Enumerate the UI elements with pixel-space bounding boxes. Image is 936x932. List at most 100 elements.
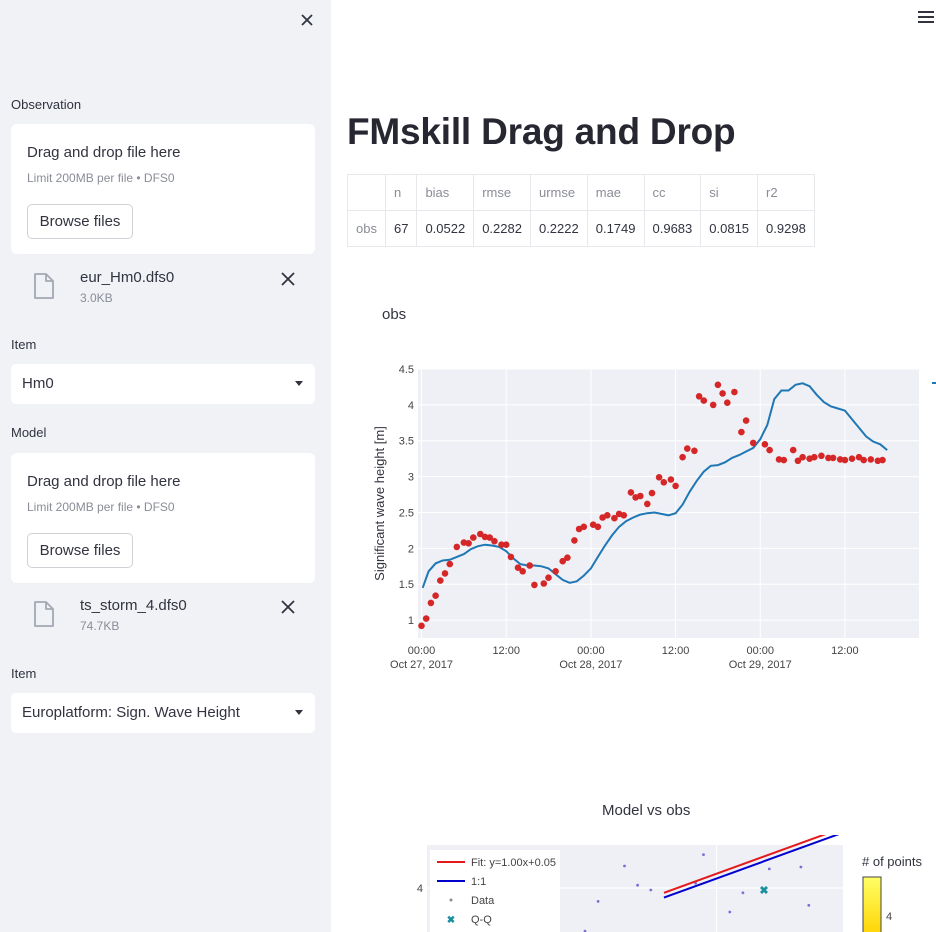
y-tick-label: 2 xyxy=(408,543,414,555)
table-cell: 0.9298 xyxy=(757,210,815,247)
observation-point xyxy=(829,454,837,462)
chevron-down-icon xyxy=(295,710,303,715)
item-label-model: Item xyxy=(11,666,37,681)
observation-dropzone[interactable]: Drag and drop file here Limit 200MB per … xyxy=(11,124,315,254)
data-point xyxy=(636,883,639,887)
browse-files-button[interactable]: Browse files xyxy=(27,533,133,568)
observation-item-select[interactable]: Hm0 xyxy=(11,364,315,404)
row-index-cell: obs xyxy=(347,210,386,247)
observation-point xyxy=(446,560,454,568)
observation-point xyxy=(502,541,510,548)
table-header-cell[interactable]: bias xyxy=(416,174,475,211)
legend-label: 1:1 xyxy=(471,876,486,888)
observation-point xyxy=(860,456,867,464)
table-cell: 0.2222 xyxy=(529,210,588,247)
observation-point xyxy=(427,599,435,607)
item-label-observation: Item xyxy=(11,337,37,352)
x-tick-label: 00:00 xyxy=(746,645,774,657)
y-tick-label: 4 xyxy=(408,400,414,412)
file-name: ts_storm_4.dfs0 xyxy=(80,597,187,614)
observation-point xyxy=(742,417,750,424)
table-cell: 0.0815 xyxy=(700,210,759,247)
y-tick-label: 1 xyxy=(408,615,414,627)
sidebar: Observation Drag and drop file here Limi… xyxy=(0,0,331,932)
table-header-cell[interactable]: si xyxy=(700,174,759,211)
close-sidebar-icon[interactable] xyxy=(296,9,318,31)
observation-point xyxy=(714,381,722,389)
scatter-chart[interactable]: 4 ✖ Fit: y=1.00x+0.05 1:1 Data ✖ Q-Q # of point… xyxy=(360,835,936,932)
data-point xyxy=(728,910,732,914)
stats-table: n bias rmse urmse mae cc si r2 obs 67 0.0522 0.228… xyxy=(347,174,815,247)
observation-point xyxy=(867,456,875,463)
table-header-cell[interactable]: urmse xyxy=(529,174,588,211)
observation-point xyxy=(637,492,644,500)
model-item-select[interactable]: Europlatform: Sign. Wave Height xyxy=(11,693,315,733)
table-cell: 67 xyxy=(384,210,418,247)
legend-swatch: ✖ xyxy=(447,915,455,926)
x-tick-sublabel: Oct 27, 2017 xyxy=(390,659,453,671)
timeseries-chart[interactable]: 00:00 Oct 27, 2017 12:00 00:00 Oct 28, 2017 1… xyxy=(360,355,936,685)
observation-point xyxy=(719,390,726,397)
file-size: 3.0KB xyxy=(80,291,113,305)
observation-point xyxy=(655,474,663,481)
table-header-cell[interactable]: r2 xyxy=(757,174,815,211)
file-icon xyxy=(34,273,54,299)
observation-point xyxy=(552,568,559,575)
observation-point xyxy=(672,482,679,490)
observation-point xyxy=(848,455,856,462)
dropzone-limit: Limit 200MB per file • DFS0 xyxy=(27,171,175,185)
table-header-cell[interactable] xyxy=(347,174,386,211)
table-header-cell[interactable]: rmse xyxy=(473,174,531,211)
file-size: 74.7KB xyxy=(80,619,120,633)
scatter-chart-title: Model vs obs xyxy=(602,802,691,819)
observation-point xyxy=(660,479,668,486)
dropzone-limit: Limit 200MB per file • DFS0 xyxy=(27,500,175,514)
observation-point xyxy=(620,512,628,519)
remove-file-icon[interactable] xyxy=(279,270,297,288)
dropzone-title: Drag and drop file here xyxy=(27,144,181,161)
observation-point xyxy=(679,453,686,461)
observation-point xyxy=(799,453,806,461)
y-tick-label: 3 xyxy=(408,472,414,484)
x-tick-sublabel: Oct 28, 2017 xyxy=(559,659,622,671)
table-header-cell[interactable]: mae xyxy=(586,174,645,211)
browse-files-button[interactable]: Browse files xyxy=(27,204,133,239)
data-point xyxy=(807,903,811,907)
stats-header-row: n bias rmse urmse mae cc si r2 xyxy=(347,174,815,211)
legend-label: Fit: y=1.00x+0.05 xyxy=(471,857,556,869)
x-tick-sublabel: Oct 29, 2017 xyxy=(729,659,792,671)
observation-point xyxy=(667,476,675,483)
model-dropzone[interactable]: Drag and drop file here Limit 200MB per … xyxy=(11,453,315,583)
data-point xyxy=(767,867,771,871)
scatter-legend: Fit: y=1.00x+0.05 1:1 Data ✖ Q-Q xyxy=(430,850,560,932)
observation-point xyxy=(580,523,588,531)
chevron-down-icon xyxy=(295,381,303,386)
observation-point xyxy=(545,574,552,581)
x-tick-label: 12:00 xyxy=(662,645,690,657)
table-header-cell[interactable]: cc xyxy=(643,174,702,211)
observation-point xyxy=(465,540,472,547)
observation-point xyxy=(724,399,731,406)
data-point xyxy=(596,900,600,903)
observation-point xyxy=(604,512,611,519)
legend-label: Data xyxy=(471,895,495,907)
hamburger-menu-icon[interactable] xyxy=(918,11,936,27)
observation-point xyxy=(700,397,708,404)
observation-point xyxy=(818,452,825,460)
remove-file-icon[interactable] xyxy=(279,598,297,616)
uploaded-file-model: ts_storm_4.dfs0 74.7KB xyxy=(11,597,315,647)
table-header-cell[interactable]: n xyxy=(384,174,418,211)
legend-label: Q-Q xyxy=(471,914,492,926)
x-tick-label: 00:00 xyxy=(577,645,605,657)
stats-body: obs 67 0.0522 0.2282 0.2222 0.1749 0.9683 0.081… xyxy=(347,210,815,247)
observation-point xyxy=(432,592,439,599)
observation-point xyxy=(879,456,886,464)
dropzone-title: Drag and drop file here xyxy=(27,473,181,490)
observation-point xyxy=(564,554,571,561)
x-tick-label: 12:00 xyxy=(492,645,520,657)
observation-point xyxy=(789,446,797,454)
observation-point xyxy=(519,568,526,575)
observation-point xyxy=(531,581,538,589)
data-point xyxy=(702,853,705,856)
colorbar-title: # of points xyxy=(862,854,922,869)
